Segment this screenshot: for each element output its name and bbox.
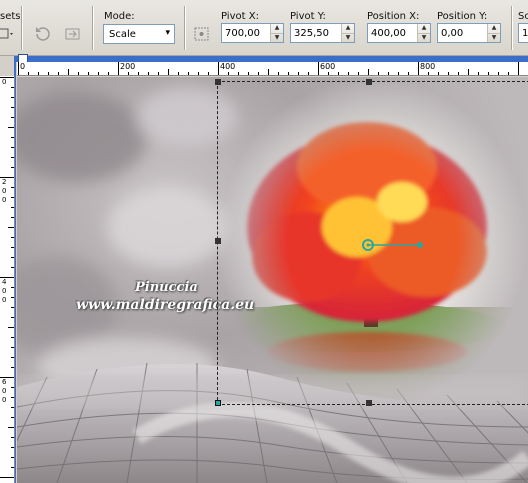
pivot-x-input[interactable]: 700,00 ▲ ▼ — [221, 23, 284, 43]
tool-options-bar: sets: Mode: Scale ▾ Pivot X: 700,00 ▲ ▼ P… — [0, 0, 528, 56]
flip-button[interactable] — [62, 24, 84, 44]
extra-label: Sc — [518, 11, 528, 22]
spin-up-icon[interactable]: ▲ — [342, 24, 354, 33]
position-y-label: Position Y: — [437, 11, 488, 22]
resize-handle-bottom[interactable] — [366, 400, 372, 406]
ruler-tick-label: 0 — [2, 396, 7, 404]
ruler-tick-label: 4 — [2, 278, 7, 286]
spin-down-icon[interactable]: ▼ — [342, 32, 354, 43]
ruler-tick-label: 6 — [2, 378, 7, 386]
pivot-x-label: Pivot X: — [221, 11, 259, 22]
spin-down-icon[interactable]: ▼ — [488, 32, 500, 43]
ruler-ticks — [18, 62, 519, 75]
reset-button[interactable] — [32, 24, 54, 44]
spin-down-icon[interactable]: ▼ — [418, 32, 430, 43]
ruler-tick-label: 600 — [320, 62, 336, 71]
reset-icon — [36, 27, 50, 41]
resize-handle-left[interactable] — [215, 238, 221, 244]
position-y-value: 0,00 — [441, 27, 464, 39]
extra-input[interactable]: 1 — [518, 23, 528, 43]
spin-up-icon[interactable]: ▲ — [271, 24, 283, 33]
pivot-y-input[interactable]: 325,50 ▲ ▼ — [290, 23, 355, 43]
spin-down-icon[interactable]: ▼ — [271, 32, 283, 43]
toolbar-separator — [92, 6, 94, 50]
spin-up-icon[interactable]: ▲ — [488, 24, 500, 33]
toolbar-separator — [21, 6, 23, 50]
vertical-ruler: 0 2 0 0 4 0 0 6 0 0 — [0, 76, 15, 483]
ruler-tick-label: 2 — [2, 178, 7, 186]
preset-icon — [0, 28, 13, 39]
ruler-tick-label: 0 — [20, 62, 26, 71]
ruler-tick-label: 0 — [2, 296, 7, 304]
presets-dropdown-button[interactable] — [0, 24, 16, 44]
ruler-tick-label: 0 — [2, 78, 7, 86]
ruler-tick-label: 800 — [420, 62, 436, 71]
horizontal-ruler: 0 200 400 600 800 — [17, 62, 528, 76]
image-canvas[interactable]: Pinuccia www.maldiregrafica.eu — [17, 77, 528, 483]
ruler-tick-label: 0 — [2, 187, 7, 195]
chevron-down-icon: ▾ — [165, 28, 170, 38]
pivot-y-value: 325,50 — [294, 27, 329, 39]
pivot-reset-button[interactable] — [191, 24, 213, 44]
spin-up-icon[interactable]: ▲ — [418, 24, 430, 33]
flip-icon — [65, 28, 80, 40]
position-x-value: 400,00 — [371, 27, 406, 39]
watermark-name: Pinuccia — [135, 280, 198, 295]
ruler-tick-label: 0 — [2, 287, 7, 295]
position-y-input[interactable]: 0,00 ▲ ▼ — [437, 23, 501, 43]
position-x-input[interactable]: 400,00 ▲ ▼ — [367, 23, 431, 43]
ruler-tick-label: 400 — [220, 62, 236, 71]
pivot-y-label: Pivot Y: — [290, 11, 326, 22]
pick-tool-bounding-box[interactable] — [215, 79, 528, 406]
pivot-icon — [194, 27, 209, 41]
resize-handle-bottom-left[interactable] — [215, 400, 221, 406]
extra-value: 1 — [522, 27, 528, 39]
resize-handle-top[interactable] — [366, 79, 372, 85]
mode-select[interactable]: Scale ▾ — [103, 24, 175, 44]
toolbar-separator — [184, 6, 186, 50]
resize-handle-top-left[interactable] — [215, 79, 221, 85]
pivot-handle-icon[interactable] — [360, 237, 430, 253]
pivot-x-value: 700,00 — [225, 27, 260, 39]
ruler-tick-label: 0 — [2, 196, 7, 204]
mode-label: Mode: — [104, 11, 135, 22]
toolbar-separator — [511, 6, 513, 50]
position-x-label: Position X: — [367, 11, 420, 22]
mode-value: Scale — [109, 28, 136, 40]
ruler-tick-label: 200 — [120, 62, 136, 71]
ruler-tick-label: 0 — [2, 387, 7, 395]
